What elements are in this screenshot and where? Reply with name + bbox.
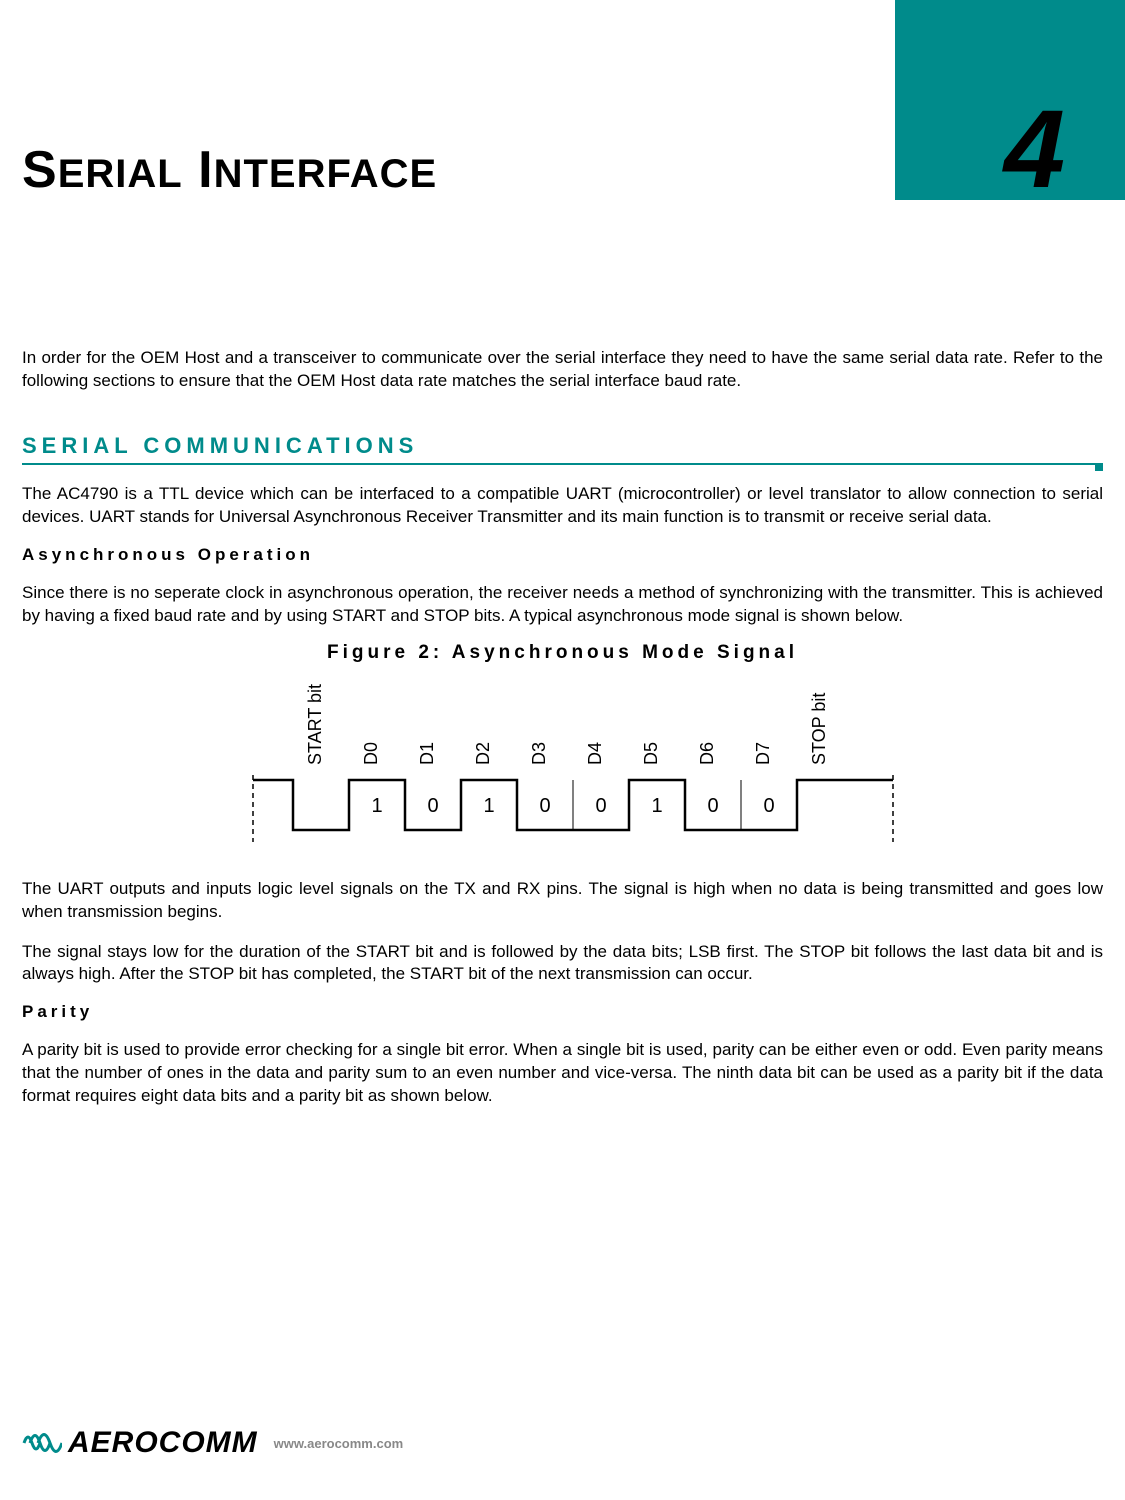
- brand-logo: AEROCOMM: [22, 1426, 258, 1460]
- svg-text:0: 0: [595, 795, 606, 817]
- async-paragraph: Since there is no seperate clock in asyn…: [22, 582, 1103, 628]
- after-chart-p1: The UART outputs and inputs logic level …: [22, 878, 1103, 924]
- svg-text:D4: D4: [585, 742, 605, 765]
- parity-paragraph: A parity bit is used to provide error ch…: [22, 1039, 1103, 1108]
- svg-text:D6: D6: [697, 742, 717, 765]
- section-heading-serial-communications: SERIAL COMMUNICATIONS: [22, 433, 1103, 459]
- page-footer: AEROCOMM www.aerocomm.com: [22, 1426, 1103, 1460]
- svg-text:0: 0: [763, 795, 774, 817]
- svg-text:D2: D2: [473, 742, 493, 765]
- subheading-parity: Parity: [22, 1002, 1103, 1022]
- after-chart-p2: The signal stays low for the duration of…: [22, 941, 1103, 987]
- section1-paragraph: The AC4790 is a TTL device which can be …: [22, 483, 1103, 529]
- sound-wave-icon: [22, 1426, 62, 1460]
- brand-name: AEROCOMM: [68, 1426, 258, 1460]
- section-rule: [22, 463, 1103, 465]
- chapter-number: 4: [1004, 95, 1065, 205]
- footer-url: www.aerocomm.com: [274, 1436, 404, 1451]
- svg-text:D7: D7: [753, 742, 773, 765]
- svg-text:1: 1: [371, 795, 382, 817]
- async-signal-chart: START bit D0 1 D1 0 D2 1 D3 0 D4 0 D5 1 D6 0 D7 0 STOP bi…: [203, 670, 923, 850]
- intro-paragraph: In order for the OEM Host and a transcei…: [22, 347, 1103, 393]
- svg-text:0: 0: [427, 795, 438, 817]
- chapter-title: SERIAL INTERFACE: [22, 140, 437, 200]
- svg-text:D5: D5: [641, 742, 661, 765]
- svg-text:STOP bit: STOP bit: [809, 692, 829, 764]
- svg-text:1: 1: [483, 795, 494, 817]
- svg-text:D0: D0: [361, 742, 381, 765]
- svg-text:0: 0: [539, 795, 550, 817]
- svg-text:1: 1: [651, 795, 662, 817]
- svg-text:START bit: START bit: [305, 684, 325, 765]
- svg-text:D3: D3: [529, 742, 549, 765]
- svg-text:0: 0: [707, 795, 718, 817]
- figure-title: Figure 2: Asynchronous Mode Signal: [22, 642, 1103, 664]
- svg-text:D1: D1: [417, 742, 437, 765]
- subheading-async-operation: Asynchronous Operation: [22, 545, 1103, 565]
